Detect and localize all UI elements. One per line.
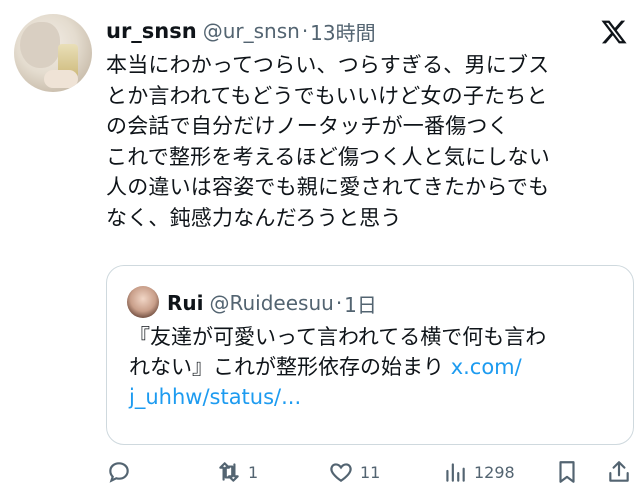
retweet-icon (219, 462, 239, 482)
quoted-header: Rui @Ruideesuu · 1日 (167, 286, 377, 320)
tweet-text: 本当にわかってつらい、つらすぎる、男にブス とか言われてもどうでもいいけど女の子… (106, 50, 634, 233)
like-count: 11 (360, 462, 381, 482)
bookmark-icon (559, 461, 575, 483)
quoted-text: 『友達が可愛いって言われてる横で何も言わ れない』これが整形依存の始まり x.c… (129, 322, 629, 412)
display-name[interactable]: ur_snsn (106, 19, 197, 43)
avatar-hair (20, 22, 60, 68)
x-logo-icon (601, 20, 627, 44)
tweet-text-line: 人の違いは容姿でも親に愛されてきたからでも (106, 175, 550, 199)
tweet-text-line: これで整形を考えるほど傷つく人と気にしない (106, 144, 550, 169)
reply-button[interactable] (106, 455, 132, 489)
quoted-text-line: れない』これが整形依存の始まり x.com/ (129, 352, 629, 382)
tweet-header: ur_snsn @ur_snsn · 13時間 (106, 14, 376, 48)
tweet-text-line: 本当にわかってつらい、つらすぎる、男にブス (106, 53, 550, 77)
quoted-avatar[interactable] (127, 286, 159, 318)
views-icon (446, 463, 465, 482)
quoted-tweet-card[interactable]: Rui @Ruideesuu · 1日 『友達が可愛いって言われてる横で何も言わ… (106, 265, 634, 445)
action-bar: 1 11 1298 (106, 455, 634, 489)
timestamp[interactable]: 13時間 (310, 17, 375, 46)
views-button[interactable]: 1298 (442, 455, 515, 489)
reply-icon (109, 462, 129, 483)
quoted-handle: @Ruideesuu (209, 291, 334, 315)
retweet-count: 1 (248, 462, 259, 482)
tweet-text-line: の会話で自分だけノータッチが一番傷つく (106, 114, 509, 138)
retweet-button[interactable]: 1 (216, 455, 258, 489)
bookmark-button[interactable] (554, 455, 580, 489)
quoted-display-name: Rui (167, 291, 204, 315)
tweet-text-line: なく、鈍感力なんだろうと思う (106, 205, 402, 230)
quoted-link[interactable]: j_uhhw/status/... (129, 385, 301, 409)
heart-icon (330, 463, 352, 482)
separator-dot: · (301, 19, 309, 43)
avatar[interactable] (14, 14, 92, 92)
quoted-separator-dot: · (335, 291, 343, 315)
quoted-link[interactable]: x.com/ (451, 355, 522, 379)
user-handle[interactable]: @ur_snsn (203, 19, 300, 43)
tweet-text-line: とか言われてもどうでもいいけど女の子たちと (106, 83, 548, 108)
quoted-text-line: j_uhhw/status/... (129, 382, 629, 412)
like-button[interactable]: 11 (328, 455, 380, 489)
share-icon (609, 461, 629, 482)
views-count: 1298 (474, 462, 515, 482)
quoted-text-segment: れない』これが整形依存の始まり (129, 355, 451, 379)
quoted-timestamp: 1日 (344, 292, 377, 317)
share-button[interactable] (606, 455, 632, 489)
avatar-hand (44, 70, 78, 88)
quoted-text-line: 『友達が可愛いって言われてる横で何も言わ (129, 325, 547, 349)
